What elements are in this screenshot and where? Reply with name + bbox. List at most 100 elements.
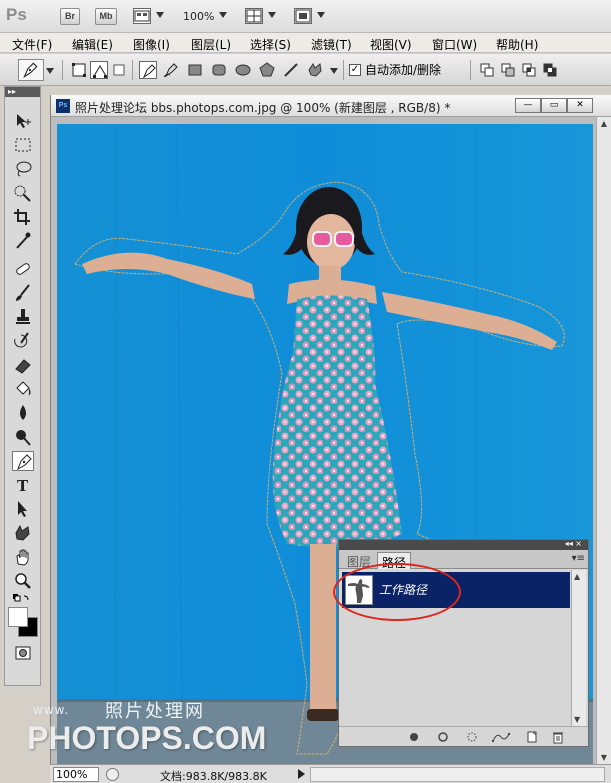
svg-text:T: T <box>17 477 29 495</box>
ps-document-icon: Ps <box>56 99 70 113</box>
fill-pixels-icon[interactable] <box>110 61 128 79</box>
menu-view[interactable]: 视图(V) <box>370 36 412 53</box>
arrange-documents-icon[interactable] <box>245 8 263 24</box>
extras-icon[interactable] <box>133 8 151 24</box>
screen-mode-icon[interactable] <box>294 8 312 24</box>
custom-shape-icon[interactable] <box>306 61 324 79</box>
eraser-tool-icon[interactable] <box>12 355 34 375</box>
freeform-pen-icon[interactable] <box>162 61 180 79</box>
annotation-circle <box>333 563 461 621</box>
menu-select[interactable]: 选择(S) <box>250 36 291 53</box>
document-title-bar[interactable]: Ps 照片处理论坛 bbs.photops.com.jpg @ 100% (新建… <box>51 95 611 117</box>
lasso-tool-icon[interactable] <box>12 159 34 179</box>
scroll-down-icon[interactable]: ▼ <box>574 715 580 724</box>
pen-tool-icon[interactable] <box>12 451 34 471</box>
paint-bucket-icon[interactable] <box>12 379 34 399</box>
panel-footer <box>339 726 588 746</box>
chevron-down-icon[interactable] <box>330 68 338 74</box>
maximize-button[interactable]: ▭ <box>541 98 567 113</box>
status-zoom-field[interactable]: 100% <box>53 767 99 782</box>
trash-icon[interactable] <box>551 730 565 744</box>
chevron-down-icon[interactable] <box>219 12 227 18</box>
bridge-button[interactable]: Br <box>60 8 80 25</box>
menu-image[interactable]: 图像(I) <box>133 36 170 53</box>
clone-stamp-icon[interactable] <box>12 307 34 327</box>
mini-bridge-button[interactable]: Mb <box>95 8 117 25</box>
quick-selection-icon[interactable] <box>12 183 34 203</box>
options-bar: ✓ 自动添加/删除 <box>0 54 611 86</box>
horizontal-scrollbar[interactable] <box>310 767 605 782</box>
exclude-shapes-icon[interactable] <box>541 61 559 79</box>
menu-filter[interactable]: 滤镜(T) <box>311 36 352 53</box>
brush-tool-icon[interactable] <box>12 283 34 303</box>
combine-shapes-icon[interactable] <box>478 61 496 79</box>
blur-tool-icon[interactable] <box>12 403 34 423</box>
foreground-color-swatch[interactable] <box>8 607 28 627</box>
menu-layer[interactable]: 图层(L) <box>191 36 231 53</box>
document-size-info: 文档:983.8K/983.8K <box>160 770 267 783</box>
auto-add-checkbox[interactable]: ✓ <box>349 63 361 76</box>
shape-tool-icon[interactable] <box>12 523 34 543</box>
hand-tool-icon[interactable] <box>12 547 34 567</box>
paths-mode-icon[interactable] <box>90 61 108 79</box>
vertical-scrollbar[interactable]: ▲ ▼ <box>596 117 611 767</box>
intersect-shapes-icon[interactable] <box>520 61 538 79</box>
path-selection-icon[interactable] <box>12 499 34 519</box>
make-work-path-icon[interactable] <box>491 730 511 744</box>
panel-scrollbar[interactable]: ▲ ▼ <box>571 570 586 728</box>
fill-path-icon[interactable] <box>407 730 421 744</box>
ellipse-tool-icon[interactable] <box>234 61 252 79</box>
load-selection-icon[interactable] <box>465 730 479 744</box>
healing-brush-icon[interactable] <box>12 259 34 279</box>
eyedropper-icon[interactable] <box>12 231 34 251</box>
line-tool-icon[interactable] <box>282 61 300 79</box>
chevron-down-icon[interactable] <box>46 68 54 74</box>
marquee-tool-icon[interactable] <box>12 135 34 155</box>
zoom-level[interactable]: 100% <box>183 10 214 23</box>
default-colors-icon[interactable] <box>12 593 34 605</box>
scroll-up-icon[interactable]: ▲ <box>574 572 580 581</box>
stroke-path-icon[interactable] <box>436 730 450 744</box>
new-path-icon[interactable] <box>525 730 539 744</box>
auto-add-delete-option[interactable]: ✓ 自动添加/删除 <box>349 61 441 78</box>
crop-tool-icon[interactable] <box>12 207 34 227</box>
tools-panel-header[interactable]: ▸▸ <box>5 87 40 97</box>
polygon-tool-icon[interactable] <box>258 61 276 79</box>
rectangle-tool-icon[interactable] <box>186 61 204 79</box>
chevron-down-icon[interactable] <box>317 12 325 18</box>
dodge-tool-icon[interactable] <box>12 427 34 447</box>
status-menu-arrow-icon[interactable] <box>298 769 305 779</box>
document-title: 照片处理论坛 bbs.photops.com.jpg @ 100% (新建图层 … <box>75 101 451 115</box>
history-brush-icon[interactable] <box>12 331 34 351</box>
scroll-up-icon[interactable]: ▲ <box>599 119 609 129</box>
chevron-down-icon[interactable] <box>268 12 276 18</box>
divider <box>132 60 133 80</box>
panel-header[interactable]: ◂◂ × <box>339 539 588 550</box>
panel-menu-icon[interactable]: ▾≡ <box>572 553 585 564</box>
menu-file[interactable]: 文件(F) <box>12 36 52 53</box>
close-button[interactable]: ✕ <box>567 98 593 113</box>
type-tool-icon[interactable]: T <box>12 475 34 495</box>
watermark-photops: PHOTOPS.COM <box>27 720 267 756</box>
menu-help[interactable]: 帮助(H) <box>496 36 538 53</box>
quick-mask-icon[interactable] <box>12 643 34 663</box>
scroll-down-icon[interactable]: ▼ <box>599 753 609 763</box>
status-bar: 100% 文档:983.8K/983.8K <box>50 764 611 783</box>
watermark-www: www. <box>33 703 70 717</box>
menu-edit[interactable]: 编辑(E) <box>72 36 113 53</box>
status-icon[interactable] <box>106 768 119 781</box>
photoshop-logo: Ps <box>6 5 27 24</box>
chevron-down-icon[interactable] <box>156 12 164 18</box>
zoom-tool-icon[interactable] <box>12 571 34 591</box>
divider <box>62 60 63 80</box>
rounded-rectangle-icon[interactable] <box>210 61 228 79</box>
menu-window[interactable]: 窗口(W) <box>432 36 477 53</box>
subtract-shapes-icon[interactable] <box>499 61 517 79</box>
shape-layers-icon[interactable] <box>70 61 88 79</box>
minimize-button[interactable]: — <box>515 98 541 113</box>
divider <box>343 60 344 80</box>
move-tool-icon[interactable] <box>12 111 34 131</box>
pen-tool-icon[interactable] <box>139 61 157 79</box>
panel-collapse-controls[interactable]: ◂◂ × <box>565 539 582 548</box>
tool-preset-pen-icon[interactable] <box>18 59 44 81</box>
